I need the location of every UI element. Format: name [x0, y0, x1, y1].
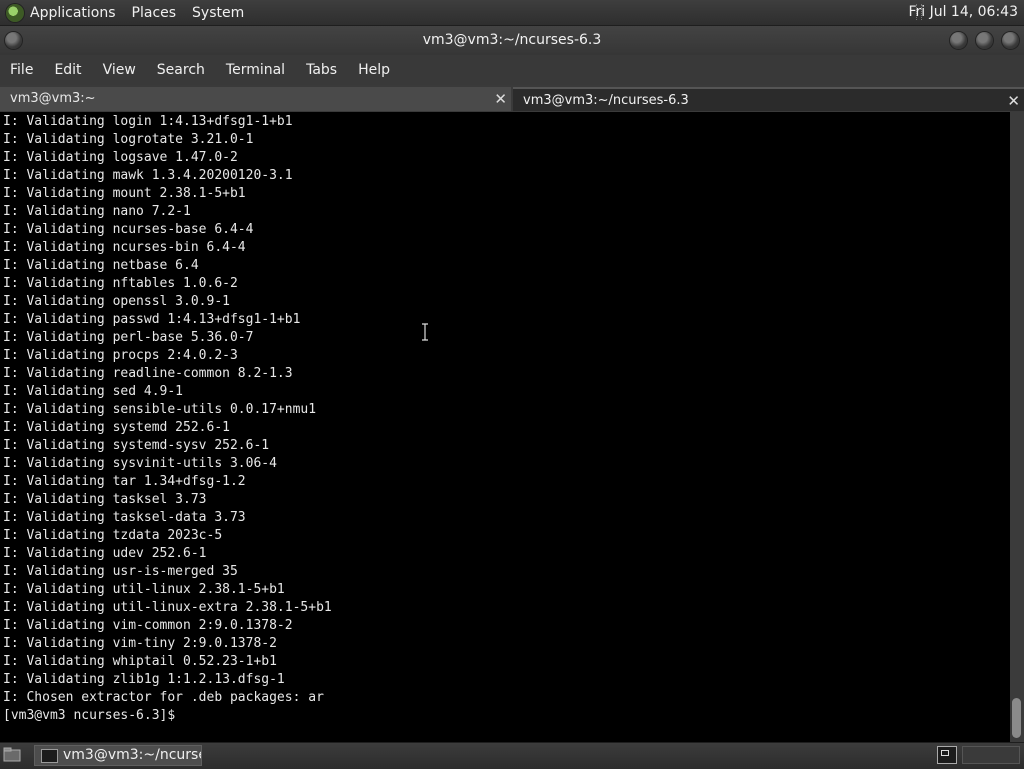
menu-help[interactable]: Help — [358, 62, 390, 78]
scrollbar-thumb[interactable] — [1012, 698, 1021, 738]
terminal-line: I: Validating logrotate 3.21.0-1 — [3, 132, 254, 147]
terminal-icon — [41, 749, 58, 763]
terminal-line: I: Validating tar 1.34+dfsg-1.2 — [3, 474, 246, 489]
terminal-line: I: Validating mount 2.38.1-5+b1 — [3, 186, 246, 201]
workspace-1[interactable] — [937, 746, 957, 764]
terminal-line: I: Validating tasksel 3.73 — [3, 492, 207, 507]
workspace-2[interactable] — [962, 746, 1020, 764]
terminal-line: I: Validating ncurses-bin 6.4-4 — [3, 240, 246, 255]
close-button[interactable] — [1002, 32, 1019, 49]
menu-file[interactable]: File — [10, 62, 33, 78]
close-tab-icon[interactable]: ✕ — [1007, 89, 1020, 113]
tab-label: vm3@vm3:~/ncurses-6.3 — [523, 93, 689, 108]
menu-view[interactable]: View — [103, 62, 136, 78]
tab-bar: vm3@vm3:~ ✕ vm3@vm3:~/ncurses-6.3 ✕ — [0, 85, 1024, 112]
terminal-line: I: Validating systemd-sysv 252.6-1 — [3, 438, 270, 453]
terminal-line: I: Validating login 1:4.13+dfsg1-1+b1 — [3, 114, 293, 129]
terminal-line: I: Validating tzdata 2023c-5 — [3, 528, 223, 543]
terminal-line: I: Validating vim-tiny 2:9.0.1378-2 — [3, 636, 277, 651]
terminal-line: I: Validating passwd 1:4.13+dfsg1-1+b1 — [3, 312, 301, 327]
menu-edit[interactable]: Edit — [54, 62, 81, 78]
menubar: File Edit View Search Terminal Tabs Help — [0, 55, 1024, 85]
text-cursor-icon — [422, 323, 428, 341]
menu-terminal[interactable]: Terminal — [226, 62, 285, 78]
window-menu-button[interactable] — [5, 32, 22, 49]
terminal-line: I: Validating procps 2:4.0.2-3 — [3, 348, 238, 363]
places-menu[interactable]: Places — [132, 5, 177, 21]
close-tab-icon[interactable]: ✕ — [494, 87, 507, 111]
terminal-line: I: Validating zlib1g 1:1.2.13.dfsg-1 — [3, 672, 285, 687]
terminal-area[interactable]: I: Validating login 1:4.13+dfsg1-1+b1 I: … — [0, 112, 1010, 742]
terminal-line: I: Validating tasksel-data 3.73 — [3, 510, 246, 525]
clock[interactable]: Fri Jul 14, 06:43 — [908, 4, 1018, 20]
terminal-output: I: Validating login 1:4.13+dfsg1-1+b1 I: … — [3, 113, 332, 707]
terminal-line: I: Validating udev 252.6-1 — [3, 546, 207, 561]
tab-label: vm3@vm3:~ — [10, 91, 96, 106]
shell-prompt: [vm3@vm3 ncurses-6.3]$ — [3, 708, 176, 723]
applications-menu[interactable]: Applications — [30, 5, 116, 21]
terminal-line: I: Validating nano 7.2-1 — [3, 204, 191, 219]
taskbar-window-label: vm3@vm3:~/ncurse... — [63, 747, 201, 763]
menu-search[interactable]: Search — [157, 62, 205, 78]
terminal-line: I: Validating ncurses-base 6.4-4 — [3, 222, 254, 237]
terminal-line: I: Validating vim-common 2:9.0.1378-2 — [3, 618, 293, 633]
terminal-line: I: Chosen extractor for .deb packages: a… — [3, 690, 324, 705]
terminal-line: I: Validating perl-base 5.36.0-7 — [3, 330, 254, 345]
terminal-line: I: Validating util-linux 2.38.1-5+b1 — [3, 582, 285, 597]
terminal-line: I: Validating sed 4.9-1 — [3, 384, 184, 399]
distro-logo-icon[interactable] — [6, 3, 24, 22]
terminal-line: I: Validating readline-common 8.2-1.3 — [3, 366, 293, 381]
terminal-line: I: Validating netbase 6.4 — [3, 258, 199, 273]
terminal-line: I: Validating openssl 3.0.9-1 — [3, 294, 230, 309]
terminal-line: I: Validating logsave 1.47.0-2 — [3, 150, 238, 165]
terminal-line: I: Validating whiptail 0.52.23-1+b1 — [3, 654, 277, 669]
terminal-line: I: Validating nftables 1.0.6-2 — [3, 276, 238, 291]
terminal-scrollbar[interactable] — [1010, 112, 1024, 742]
window-title: vm3@vm3:~/ncurses-6.3 — [422, 32, 602, 48]
terminal-line: I: Validating systemd 252.6-1 — [3, 420, 230, 435]
top-panel: Applications Places System Fri Jul 14, 0… — [0, 0, 1024, 26]
terminal-line: I: Validating mawk 1.3.4.20200120-3.1 — [3, 168, 293, 183]
taskbar-window-button[interactable]: vm3@vm3:~/ncurse... — [34, 745, 202, 766]
terminal-line: I: Validating sensible-utils 0.0.17+nmu1 — [3, 402, 317, 417]
tab-home[interactable]: vm3@vm3:~ ✕ — [0, 87, 511, 111]
bottom-panel: vm3@vm3:~/ncurse... — [0, 742, 1024, 769]
minimize-button[interactable] — [950, 32, 967, 49]
terminal-line: I: Validating usr-is-merged 35 — [3, 564, 238, 579]
terminal-line: I: Validating util-linux-extra 2.38.1-5+… — [3, 600, 332, 615]
terminal-line: I: Validating sysvinit-utils 3.06-4 — [3, 456, 277, 471]
system-menu[interactable]: System — [192, 5, 244, 21]
tab-ncurses[interactable]: vm3@vm3:~/ncurses-6.3 ✕ — [513, 87, 1024, 111]
window-titlebar[interactable]: vm3@vm3:~/ncurses-6.3 — [0, 26, 1024, 55]
menu-tabs[interactable]: Tabs — [306, 62, 337, 78]
show-desktop-icon[interactable] — [3, 747, 21, 763]
maximize-button[interactable] — [976, 32, 993, 49]
